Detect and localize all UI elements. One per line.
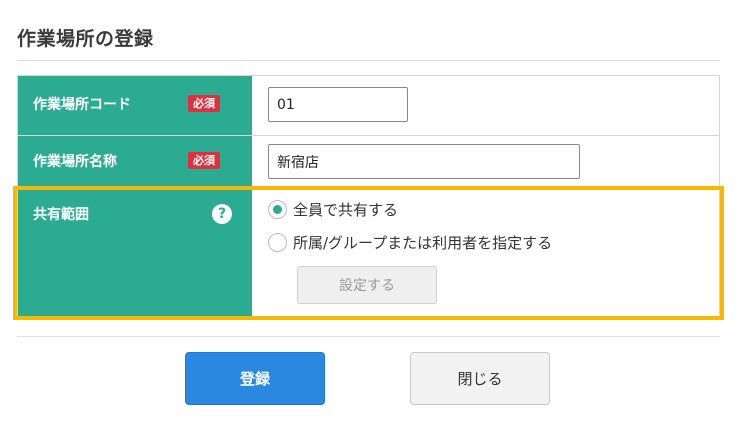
radio-unchecked-icon[interactable] (268, 233, 287, 252)
share-label-cell: 共有範囲 ? (18, 188, 252, 316)
name-input[interactable] (268, 144, 580, 179)
form-row-code: 作業場所コード 必須 (18, 76, 719, 136)
setting-button[interactable]: 設定する (297, 266, 437, 304)
name-label: 作業場所名称 (33, 154, 117, 170)
required-badge: 必須 (188, 95, 220, 112)
share-label: 共有範囲 (33, 207, 89, 223)
help-icon[interactable]: ? (212, 204, 232, 224)
code-label: 作業場所コード (33, 97, 131, 113)
code-label-cell: 作業場所コード 必須 (18, 76, 252, 135)
page-title: 作業場所の登録 (17, 28, 154, 50)
radio-share-specified[interactable]: 所属/グループまたは利用者を指定する (268, 232, 552, 253)
form-row-share: 共有範囲 ? 全員で共有する 所属/グループまたは利用者を指定する 設定する (18, 188, 719, 316)
radio-share-all-label: 全員で共有する (293, 201, 399, 219)
title-divider (17, 60, 720, 61)
close-button[interactable]: 閉じる (410, 352, 550, 405)
radio-share-all[interactable]: 全員で共有する (268, 199, 398, 220)
form-row-name: 作業場所名称 必須 (18, 136, 719, 188)
name-label-cell: 作業場所名称 必須 (18, 136, 252, 187)
share-value-cell: 全員で共有する 所属/グループまたは利用者を指定する 設定する (252, 188, 719, 316)
code-input[interactable] (268, 87, 408, 122)
form-table: 作業場所コード 必須 作業場所名称 必須 共有範囲 ? 全員で共有する 所 (17, 75, 720, 317)
code-value-cell (252, 76, 719, 135)
required-badge: 必須 (188, 152, 220, 169)
radio-checked-icon[interactable] (268, 200, 287, 219)
name-value-cell (252, 136, 719, 187)
radio-share-specified-label: 所属/グループまたは利用者を指定する (293, 234, 553, 252)
register-button[interactable]: 登録 (185, 352, 325, 405)
footer-divider (17, 336, 720, 337)
